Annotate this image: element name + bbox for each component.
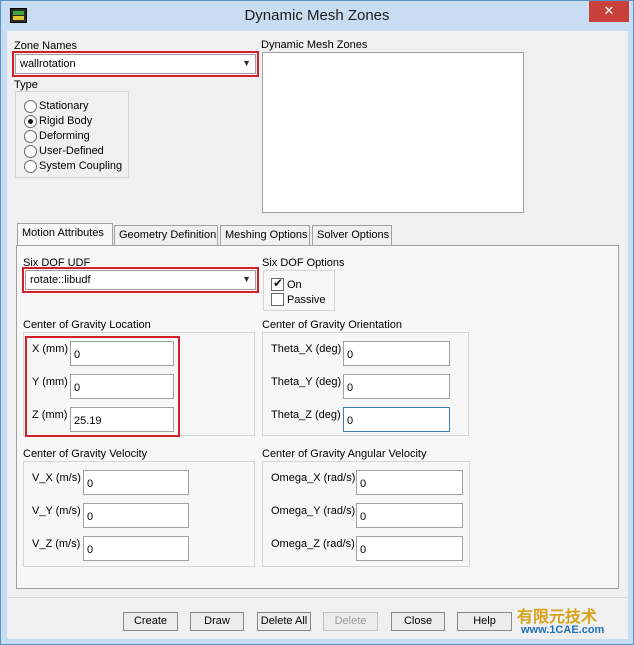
radio-user-defined-label: User-Defined <box>39 145 104 157</box>
radio-deforming-label: Deforming <box>39 130 90 142</box>
title-bar[interactable]: Dynamic Mesh Zones ✕ <box>1 1 633 31</box>
tab-solver-options[interactable]: Solver Options <box>312 225 392 245</box>
v-y-label: V_Y (m/s) <box>32 505 81 517</box>
v-z-value: 0 <box>87 544 94 556</box>
v-z-label: V_Z (m/s) <box>32 538 81 550</box>
radio-system-coupling-circle <box>24 160 37 173</box>
six-dof-options-label: Six DOF Options <box>262 257 345 269</box>
v-y-value: 0 <box>87 511 94 523</box>
v-x-value: 0 <box>87 478 94 490</box>
six-dof-on-checkbox[interactable] <box>271 276 284 291</box>
omega-y-label: Omega_Y (rad/s) <box>271 505 356 517</box>
delete-button[interactable]: Delete <box>323 612 378 631</box>
dynamic-mesh-zones-label: Dynamic Mesh Zones <box>261 39 368 51</box>
six-dof-options-group: On Passive <box>263 270 335 311</box>
omega-x-input[interactable]: 0 <box>356 470 463 495</box>
omega-z-input[interactable]: 0 <box>356 536 463 561</box>
omega-x-value: 0 <box>360 478 367 490</box>
omega-z-label: Omega_Z (rad/s) <box>271 538 355 550</box>
window-title: Dynamic Mesh Zones <box>244 7 390 24</box>
cg-velocity-group: V_X (m/s) 0 V_Y (m/s) 0 V_Z (m/s) 0 <box>23 461 255 567</box>
v-y-input[interactable]: 0 <box>83 503 189 528</box>
theta-x-value: 0 <box>347 349 354 361</box>
tab-motion-attributes[interactable]: Motion Attributes <box>17 223 113 245</box>
theta-y-value: 0 <box>347 382 354 394</box>
radio-deforming-circle <box>24 130 37 143</box>
v-x-label: V_X (m/s) <box>32 472 81 484</box>
omega-y-input[interactable]: 0 <box>356 503 463 528</box>
cg-location-highlight <box>25 336 180 437</box>
help-button[interactable]: Help <box>457 612 512 631</box>
tab-geometry-definition[interactable]: Geometry Definition <box>114 225 218 245</box>
cg-angular-velocity-label: Center of Gravity Angular Velocity <box>262 448 427 460</box>
theta-z-value: 0 <box>347 415 354 427</box>
v-x-input[interactable]: 0 <box>83 470 189 495</box>
dialog-window: Dynamic Mesh Zones ✕ Zone Names wallrota… <box>0 0 634 645</box>
dynamic-mesh-zones-list[interactable] <box>262 52 524 213</box>
cg-orientation-label: Center of Gravity Orientation <box>262 319 403 331</box>
six-dof-on-label: On <box>287 279 302 291</box>
theta-y-input[interactable]: 0 <box>343 374 450 399</box>
draw-button[interactable]: Draw <box>190 612 244 631</box>
type-label: Type <box>14 79 38 91</box>
button-bar-divider <box>8 597 628 598</box>
delete-all-button[interactable]: Delete All <box>257 612 311 631</box>
theta-y-label: Theta_Y (deg) <box>271 376 342 388</box>
radio-stationary-circle <box>24 100 37 113</box>
tab-meshing-options[interactable]: Meshing Options <box>220 225 310 245</box>
watermark-line2: www.1CAE.com <box>521 624 605 636</box>
radio-rigid-body-label: Rigid Body <box>39 115 93 127</box>
radio-system-coupling-label: System Coupling <box>39 160 123 172</box>
omega-y-value: 0 <box>360 511 367 523</box>
omega-x-label: Omega_X (rad/s) <box>271 472 356 484</box>
cg-angular-velocity-group: Omega_X (rad/s) 0 Omega_Y (rad/s) 0 Omeg… <box>262 461 470 567</box>
radio-rigid-body-circle <box>24 115 37 128</box>
tab-strip: Motion Attributes Geometry Definition Me… <box>17 223 617 247</box>
six-dof-passive-label: Passive <box>287 294 326 306</box>
six-dof-passive-checkbox[interactable] <box>271 293 284 306</box>
radio-stationary-label: Stationary <box>39 100 89 112</box>
theta-x-input[interactable]: 0 <box>343 341 450 366</box>
omega-z-value: 0 <box>360 544 367 556</box>
theta-x-label: Theta_X (deg) <box>271 343 342 355</box>
theta-z-label: Theta_Z (deg) <box>271 409 341 421</box>
cg-velocity-label: Center of Gravity Velocity <box>23 448 148 460</box>
theta-z-input[interactable]: 0 <box>343 407 450 432</box>
close-window-button[interactable]: ✕ <box>589 1 629 22</box>
watermark-logo: 有限元技术 www.1CAE.com <box>511 601 629 641</box>
type-group: Stationary Rigid Body Deforming User-Def… <box>15 91 129 178</box>
close-icon: ✕ <box>603 3 615 18</box>
cg-location-label: Center of Gravity Location <box>23 319 151 331</box>
zone-names-highlight <box>12 51 259 77</box>
v-z-input[interactable]: 0 <box>83 536 189 561</box>
dialog-client: Zone Names wallrotation ▼ Type Stationar… <box>8 31 628 639</box>
create-button[interactable]: Create <box>123 612 178 631</box>
close-button[interactable]: Close <box>391 612 445 631</box>
six-dof-udf-highlight <box>22 267 259 293</box>
motion-attributes-panel: Six DOF UDF rotate::libudf ▼ Six DOF Opt… <box>16 245 619 589</box>
cg-orientation-group: Theta_X (deg) 0 Theta_Y (deg) 0 Theta_Z … <box>262 332 469 436</box>
radio-user-defined-circle <box>24 145 37 158</box>
